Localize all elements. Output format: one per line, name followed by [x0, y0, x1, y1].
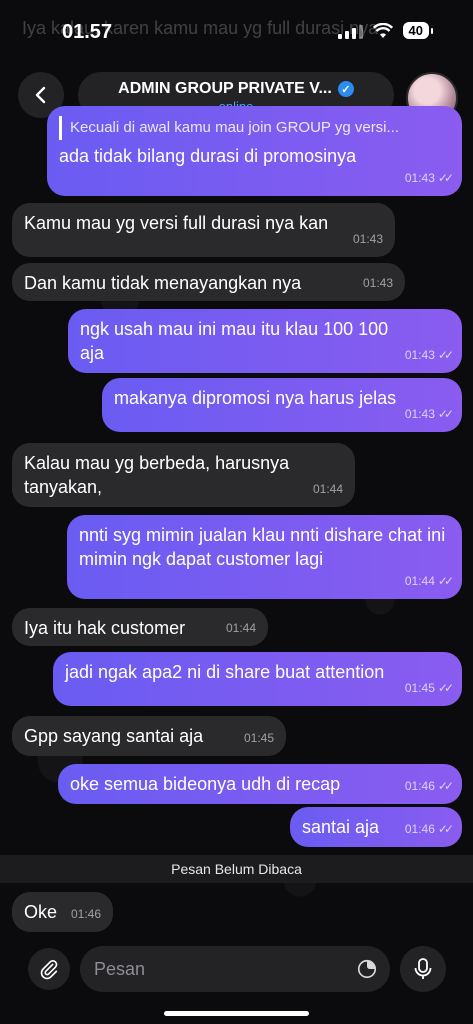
read-checks-icon: ✓✓ — [437, 681, 454, 695]
message-time: 01:46 — [70, 907, 101, 921]
message-text: ada tidak bilang durasi di promosinya — [59, 146, 357, 166]
signal-icon — [337, 23, 363, 39]
read-checks-icon: ✓✓ — [437, 407, 454, 421]
message-time: 01:43 — [352, 232, 383, 246]
message-time: 01:44 — [312, 482, 343, 496]
message-bubble[interactable]: Dan kamu tidak menayangkan nya 01:43 — [12, 263, 405, 301]
message-bubble[interactable]: Oke 01:46 — [12, 892, 113, 932]
read-checks-icon: ✓✓ — [437, 779, 454, 793]
message-bubble[interactable]: jadi ngak apa2 ni di share buat attentio… — [53, 652, 462, 706]
message-meta: 01:43 ✓✓ — [404, 343, 454, 367]
message-meta: 01:43 ✓✓ — [404, 402, 454, 426]
message-text: Iya itu hak customer — [24, 618, 186, 638]
message-time: 01:45 — [404, 681, 435, 695]
message-bubble[interactable]: ngk usah mau ini mau itu klau 100 100 aj… — [68, 309, 462, 373]
message-bubble[interactable]: Kalau mau yg berbeda, harusnya tanyakan,… — [12, 443, 355, 507]
verified-badge-icon: ✓ — [337, 81, 354, 97]
attach-button[interactable] — [28, 948, 70, 990]
message-bubble[interactable]: Iya itu hak customer 01:44 — [12, 608, 268, 646]
chat-title: ADMIN GROUP PRIVATE V... — [118, 80, 332, 97]
message-text: Kalau mau yg berbeda, harusnya tanyakan, — [24, 453, 290, 497]
read-checks-icon: ✓✓ — [437, 171, 454, 185]
message-text: makanya dipromosi nya harus jelas — [114, 388, 397, 408]
paperclip-icon — [40, 960, 58, 980]
message-meta: 01:46 — [71, 902, 101, 926]
message-meta: 01:44 — [226, 616, 256, 640]
message-time: 01:43 — [404, 348, 435, 362]
message-time: 01:44 — [225, 621, 256, 635]
message-time: 01:43 — [404, 171, 435, 185]
message-text: nnti syg mimin jualan klau nnti dishare … — [79, 525, 446, 569]
message-meta: 01:43 ✓✓ — [404, 166, 454, 190]
reply-preview[interactable]: Kecuali di awal kamu mau join GROUP yg v… — [59, 116, 450, 140]
message-meta: 01:45 ✓✓ — [404, 676, 454, 700]
message-text: ngk usah mau ini mau itu klau 100 100 aj… — [80, 319, 389, 363]
message-time: 01:46 — [404, 822, 435, 836]
message-meta: 01:43 — [353, 227, 383, 251]
message-composer — [80, 946, 390, 992]
message-text: jadi ngak apa2 ni di share buat attentio… — [65, 662, 385, 682]
status-bar: 01.57 40 — [0, 0, 473, 60]
chevron-left-icon — [35, 86, 46, 104]
message-bubble[interactable]: makanya dipromosi nya harus jelas 01:43 ✓… — [102, 378, 462, 432]
message-meta: 01:46 ✓✓ — [404, 774, 454, 798]
message-bubble[interactable]: nnti syg mimin jualan klau nnti dishare … — [67, 515, 462, 599]
message-bubble[interactable]: santai aja 01:46 ✓✓ — [290, 807, 462, 847]
message-time: 01:43 — [404, 407, 435, 421]
unread-divider: Pesan Belum Dibaca — [0, 855, 473, 883]
message-bubble[interactable]: Kamu mau yg versi full durasi nya kan 01… — [12, 203, 395, 257]
message-time: 01:44 — [404, 574, 435, 588]
message-meta: 01:44 ✓✓ — [404, 569, 454, 593]
read-checks-icon: ✓✓ — [437, 822, 454, 836]
message-bubble[interactable]: Gpp sayang santai aja 01:45 — [12, 716, 286, 756]
microphone-icon — [414, 958, 432, 979]
status-icons: 40 — [337, 22, 434, 39]
message-text: Gpp sayang santai aja — [24, 726, 204, 746]
battery-icon: 40 — [402, 22, 434, 39]
wifi-icon — [372, 22, 393, 38]
read-checks-icon: ✓✓ — [437, 348, 454, 362]
status-time: 01.57 — [62, 21, 113, 43]
microphone-button[interactable] — [400, 946, 446, 992]
message-time: 01:43 — [362, 276, 393, 290]
message-meta: 01:46 ✓✓ — [404, 817, 454, 841]
message-time: 01:46 — [404, 779, 435, 793]
message-bubble[interactable]: oke semua bideonya udh di recap 01:46 ✓✓ — [58, 764, 462, 804]
read-checks-icon: ✓✓ — [437, 574, 454, 588]
message-input[interactable] — [92, 954, 356, 984]
message-meta: 01:45 — [244, 726, 274, 750]
message-meta: 01:43 — [363, 271, 393, 295]
message-text: Kamu mau yg versi full durasi nya kan — [24, 213, 329, 233]
home-indicator — [164, 1011, 309, 1016]
message-text: Dan kamu tidak menayangkan nya — [24, 273, 302, 293]
message-meta: 01:44 — [313, 477, 343, 501]
message-time: 01:45 — [243, 731, 274, 745]
message-text: oke semua bideonya udh di recap — [70, 774, 341, 794]
message-bubble[interactable]: Kecuali di awal kamu mau join GROUP yg v… — [47, 106, 462, 196]
sticker-icon[interactable] — [356, 958, 378, 980]
